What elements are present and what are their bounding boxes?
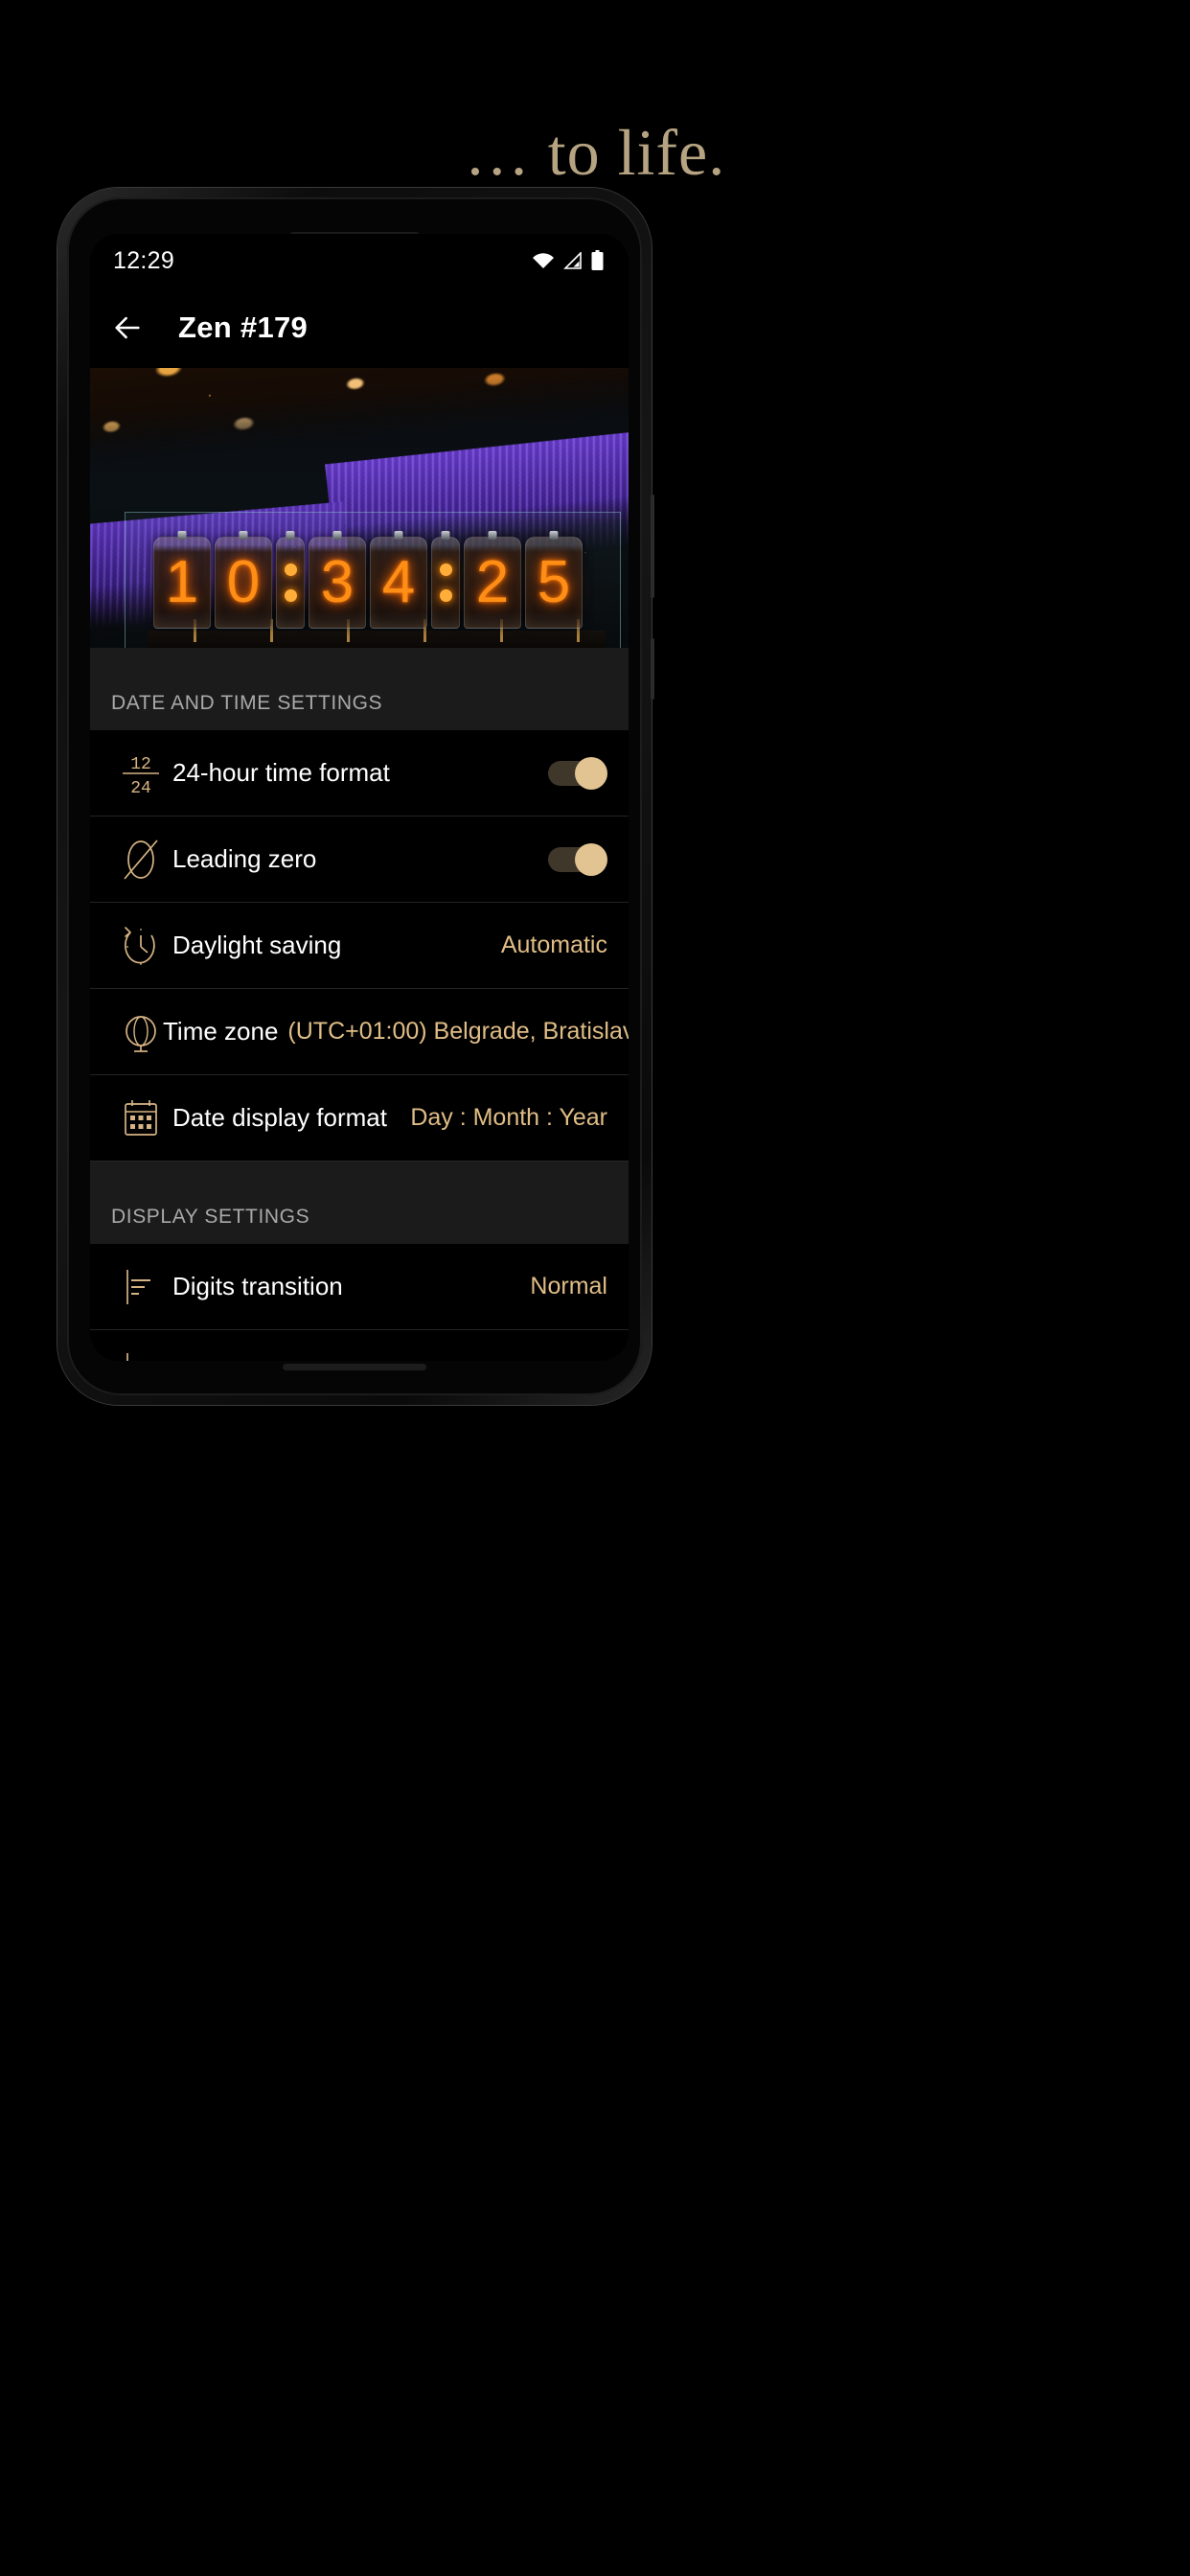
twelve-twentyfour-icon: 12 24 — [119, 748, 172, 799]
setting-row-digits-transition[interactable]: Digits transition Normal — [90, 1244, 629, 1330]
status-bar-clock: 12:29 — [113, 246, 175, 274]
nixie-separator — [431, 537, 460, 629]
nixie-digit: 0 — [226, 549, 261, 615]
setting-label: Daylight saving — [172, 931, 342, 959]
bottom-speaker-line — [283, 1364, 426, 1370]
clock-face-preview[interactable]: 1 0 3 4 2 5 — [90, 368, 629, 648]
app-bar: Zen #179 — [90, 288, 629, 368]
wifi-icon — [533, 253, 554, 268]
dim-icon — [119, 1349, 163, 1361]
setting-label: Date display format — [172, 1103, 387, 1132]
power-button[interactable] — [651, 494, 654, 598]
setting-label: Time zone — [163, 1017, 279, 1046]
screenshot-root: … to life. 12:29 Zen #179 1 0 3 4 2 5 DA… — [0, 0, 1190, 2576]
setting-row-time-zone[interactable]: Time zone (UTC+01:00) Belgrade, Bratisla… — [90, 989, 629, 1075]
section-header-date-and-time: DATE AND TIME SETTINGS — [90, 648, 629, 730]
nixie-tube: 3 — [309, 537, 366, 629]
phone-device-frame: 12:29 Zen #179 1 0 3 4 2 5 DATE AND TIME… — [57, 188, 654, 1405]
nixie-tube: 2 — [464, 537, 521, 629]
svg-text:24: 24 — [130, 779, 151, 798]
nixie-tube: 5 — [525, 537, 583, 629]
globe-icon — [119, 1008, 163, 1056]
nixie-digit: 4 — [381, 549, 416, 615]
setting-label: Leading zero — [172, 844, 317, 873]
separator-dot-icon — [284, 589, 297, 602]
setting-value-time-zone: (UTC+01:00) Belgrade, Bratislava, — [287, 1018, 629, 1045]
calendar-icon — [119, 1094, 172, 1142]
separator-dot-icon — [439, 564, 452, 576]
toggle-leading-zero[interactable] — [548, 842, 607, 876]
setting-value-daylight-saving: Automatic — [500, 932, 607, 958]
setting-row-daylight-saving[interactable]: Daylight saving Automatic — [90, 903, 629, 989]
svg-text:12: 12 — [130, 755, 151, 774]
phone-screen: 12:29 Zen #179 1 0 3 4 2 5 DATE AND TIME… — [90, 234, 629, 1361]
nixie-tube: 4 — [370, 537, 427, 629]
nixie-separator — [276, 537, 305, 629]
status-bar-icons — [532, 250, 604, 271]
nixie-tube-row: 1 0 3 4 2 5 — [153, 537, 583, 629]
nixie-digit: 3 — [320, 549, 355, 615]
setting-row-24-hour-time-format[interactable]: 12 24 24-hour time format — [90, 730, 629, 816]
section-header-display: DISPLAY SETTINGS — [90, 1162, 629, 1244]
separator-dot-icon — [284, 564, 297, 576]
setting-value-digits-transition: Normal — [530, 1273, 607, 1300]
setting-row-backlight-brightness[interactable]: Set backlight brightness Every 30 minute… — [90, 1330, 629, 1361]
setting-label: Digits transition — [172, 1272, 343, 1300]
separator-dot-icon — [439, 589, 452, 602]
setting-label: 24-hour time format — [172, 758, 390, 787]
signal-icon — [563, 252, 582, 269]
setting-label: Set backlight brightness — [163, 1358, 427, 1361]
setting-value-date-display-format: Day : Month : Year — [410, 1104, 607, 1131]
nixie-digit: 2 — [475, 549, 510, 615]
daylight-saving-clock-icon — [119, 922, 172, 970]
setting-row-date-display-format[interactable]: Date display format Day : Month : Year — [90, 1075, 629, 1162]
toggle-24-hour-time-format[interactable] — [548, 756, 607, 790]
back-arrow-icon[interactable] — [111, 311, 144, 344]
phone-bezel: 12:29 Zen #179 1 0 3 4 2 5 DATE AND TIME… — [67, 197, 642, 1395]
transition-lines-icon — [119, 1263, 172, 1311]
toggle-thumb — [575, 756, 607, 790]
nixie-tube: 1 — [153, 537, 211, 629]
status-bar: 12:29 — [90, 234, 629, 288]
headline-text: … to life. — [464, 116, 726, 189]
setting-row-leading-zero[interactable]: Leading zero — [90, 816, 629, 903]
setting-value-backlight-brightness: Every 30 minutes — [427, 1359, 622, 1361]
leading-zero-icon — [119, 834, 172, 886]
toggle-thumb — [575, 842, 607, 876]
nixie-tube: 0 — [215, 537, 272, 629]
nixie-digit: 5 — [537, 549, 571, 615]
page-title: Zen #179 — [178, 310, 309, 344]
volume-button[interactable] — [651, 638, 654, 700]
battery-icon — [591, 250, 604, 270]
nixie-digit: 1 — [165, 549, 199, 615]
